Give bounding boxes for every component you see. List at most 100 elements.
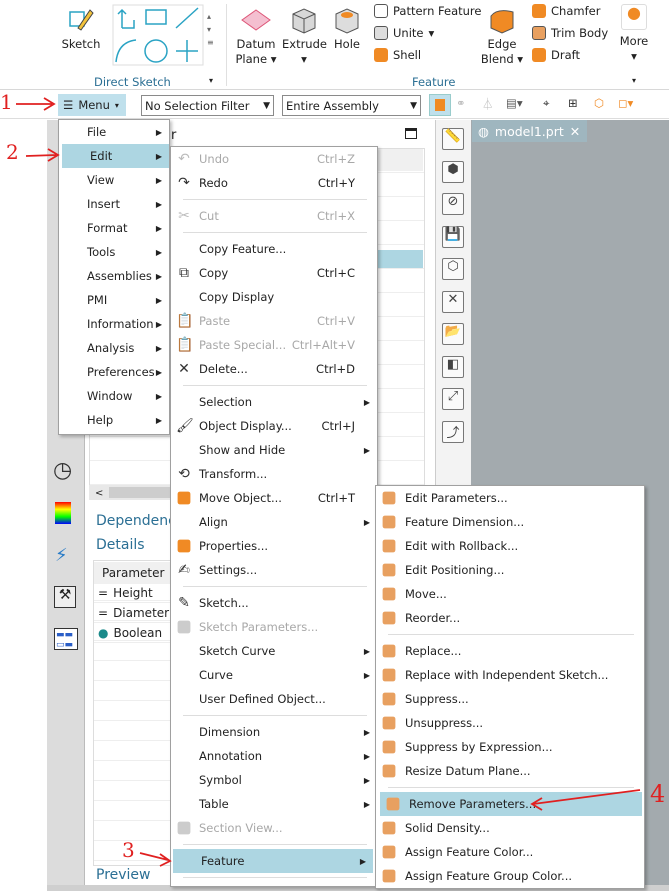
group-expand-icon[interactable]: ▾ (632, 76, 636, 85)
shell-button[interactable]: Shell (374, 48, 421, 62)
menu-item-copy[interactable]: ⧉ Copy Ctrl+C (171, 261, 377, 285)
menu-item-sketch[interactable]: ✎ Sketch... (171, 591, 377, 615)
details-section[interactable]: Details (96, 537, 145, 553)
menu-item-user-defined-object[interactable]: User Defined Object... (171, 687, 377, 711)
trim-body-button[interactable]: Trim Body (532, 26, 608, 40)
menu-item-curve[interactable]: Curve ▶ (171, 663, 377, 687)
menu-item-transform[interactable]: ⟲ Transform... (171, 462, 377, 486)
menu-item-assign-feature-color[interactable]: Assign Feature Color... (376, 840, 644, 864)
gallery-scroll[interactable]: ▴ ▾ ≡ (207, 10, 214, 49)
menu-item-delete[interactable]: ✕ Delete... Ctrl+D (171, 357, 377, 381)
selection-filter-select[interactable]: No Selection Filter ▼ (141, 95, 274, 116)
menu-item-show-and-hide[interactable]: Show and Hide ▶ (171, 438, 377, 462)
menu-item-insert[interactable]: Insert ▶ (59, 192, 169, 216)
menu-item-move-object[interactable]: Move Object... Ctrl+T (171, 486, 377, 510)
menu-item-reorder[interactable]: Reorder... (376, 606, 644, 630)
datum-plane-button[interactable]: Datum Plane ▾ (234, 6, 278, 67)
menu-item-pmi[interactable]: PMI ▶ (59, 288, 169, 312)
snap-icon[interactable]: ⚭ (456, 96, 474, 114)
menu-item-format[interactable]: Format ▶ (59, 216, 169, 240)
menu-item-tools[interactable]: Tools ▶ (59, 240, 169, 264)
menu-item-object-display[interactable]: 🖌 Object Display... Ctrl+J (171, 414, 377, 438)
component-select-icon[interactable]: ◻▾ (618, 96, 636, 114)
menu-item-redo[interactable]: ↷ Redo Ctrl+Y (171, 171, 377, 195)
draft-button[interactable]: Draft (532, 48, 580, 62)
maximize-icon[interactable] (405, 128, 417, 139)
menu-item-paste[interactable]: 📋 Paste Ctrl+V (171, 309, 377, 333)
section-icon[interactable]: ◧ (442, 355, 464, 378)
menu-item-unsuppress[interactable]: Unsuppress... (376, 711, 644, 735)
tab-model1[interactable]: ◍ model1.prt ✕ (472, 120, 587, 142)
menu-item-paste-special[interactable]: 📋 Paste Special... Ctrl+Alt+V (171, 333, 377, 357)
menu-item-replace[interactable]: Replace... (376, 639, 644, 663)
point-snap-icon[interactable]: ⌖ (543, 96, 561, 114)
hole-button[interactable]: Hole (330, 6, 364, 52)
select-features-icon[interactable] (429, 94, 451, 116)
menu-item-section-view[interactable]: Section View... (171, 816, 377, 840)
menu-item-copy-display[interactable]: Copy Display (171, 285, 377, 309)
menu-item-view[interactable]: View ▶ (59, 168, 169, 192)
scope-select[interactable]: Entire Assembly ▼ (282, 95, 421, 116)
menu-item-information[interactable]: Information ▶ (59, 312, 169, 336)
filter-icon[interactable]: ⏃ (482, 96, 500, 114)
menu-item-table[interactable]: Table ▶ (171, 792, 377, 816)
menu-item-feature[interactable]: Feature ▶ (173, 849, 373, 873)
orient-icon[interactable]: ⤴ (442, 420, 464, 443)
analysis-icon[interactable]: ⚡ (55, 545, 68, 566)
menu-item-edit-positioning[interactable]: Edit Positioning... (376, 558, 644, 582)
color-palette-icon[interactable] (55, 502, 71, 524)
menu-item-undo[interactable]: ↶ Undo Ctrl+Z (171, 147, 377, 171)
menu-item-window[interactable]: Window ▶ (59, 384, 169, 408)
hide-icon[interactable]: ⊘ (442, 193, 464, 215)
menu-item-replace-with-independent-sketch[interactable]: Replace with Independent Sketch... (376, 663, 644, 687)
menu-item-sketch-curve[interactable]: Sketch Curve ▶ (171, 639, 377, 663)
unite-button[interactable]: Unite ▾ (374, 26, 434, 40)
menu-item-preferences[interactable]: Preferences ▶ (59, 360, 169, 384)
measure-icon[interactable]: 📏 (442, 128, 464, 150)
group-expand-icon[interactable]: ▾ (209, 76, 213, 85)
menu-item-analysis[interactable]: Analysis ▶ (59, 336, 169, 360)
close-icon[interactable]: ✕ (570, 124, 580, 139)
open-folder-icon[interactable]: 📂 (442, 323, 464, 345)
menu-item-help[interactable]: Help ▶ (59, 408, 169, 432)
layout-icon[interactable]: ▬▬ ▭▬ (54, 628, 78, 650)
menu-item-edit-parameters[interactable]: Edit Parameters... (376, 486, 644, 510)
menu-item-solid-density[interactable]: Solid Density... (376, 816, 644, 840)
menu-item-annotation[interactable]: Annotation ▶ (171, 744, 377, 768)
scroll-left-icon[interactable]: < (89, 488, 103, 499)
history-clock-icon[interactable]: ◷ (53, 458, 72, 483)
menu-item-sketch-parameters[interactable]: Sketch Parameters... (171, 615, 377, 639)
menu-item-feature-dimension[interactable]: Feature Dimension... (376, 510, 644, 534)
chamfer-button[interactable]: Chamfer (532, 4, 600, 18)
more-button[interactable]: ● More ▾ (614, 4, 654, 64)
body-select-icon[interactable]: ⬡ (594, 96, 612, 114)
menu-item-remove-parameters[interactable]: Remove Parameters... (380, 792, 642, 816)
menu-item-file[interactable]: File ▶ (59, 120, 169, 144)
dependencies-section[interactable]: Dependenc (96, 513, 176, 529)
box-icon[interactable]: ⬢ (442, 160, 464, 183)
menu-item-resize-datum-plane[interactable]: Resize Datum Plane... (376, 759, 644, 783)
assembly-nav-icon[interactable]: ⊞ (568, 96, 586, 114)
preview-section[interactable]: Preview (96, 867, 151, 883)
menu-item-cut[interactable]: ✂ Cut Ctrl+X (171, 204, 377, 228)
menu-item-suppress-by-expression[interactable]: Suppress by Expression... (376, 735, 644, 759)
menu-item-align[interactable]: Align ▶ (171, 510, 377, 534)
fit-icon[interactable]: ⤢ (442, 388, 464, 410)
menu-item-edit-with-rollback[interactable]: Edit with Rollback... (376, 534, 644, 558)
menu-item-properties[interactable]: Properties... (171, 534, 377, 558)
menu-item-symbol[interactable]: Symbol ▶ (171, 768, 377, 792)
menu-item-move[interactable]: Move... (376, 582, 644, 606)
extrude-button[interactable]: Extrude ▾ (282, 6, 327, 67)
menu-item-settings[interactable]: ✍ Settings... (171, 558, 377, 582)
type-filter-icon[interactable]: ▤▾ (506, 96, 524, 114)
pattern-feature-button[interactable]: Pattern Feature (374, 4, 482, 18)
tools-icon[interactable]: ⚒ (54, 586, 76, 608)
menu-item-assign-feature-group-color[interactable]: Assign Feature Group Color... (376, 864, 644, 888)
menu-item-assemblies[interactable]: Assemblies ▶ (59, 264, 169, 288)
edge-blend-button[interactable]: Edge Blend ▾ (480, 6, 524, 67)
direct-sketch-tools[interactable] (112, 4, 204, 66)
wireframe-icon[interactable]: ⬡ (442, 258, 464, 280)
sketch-button[interactable]: Sketch (60, 6, 102, 52)
menu-item-suppress[interactable]: Suppress... (376, 687, 644, 711)
menu-button[interactable]: ☰ Menu ▾ (58, 94, 126, 116)
